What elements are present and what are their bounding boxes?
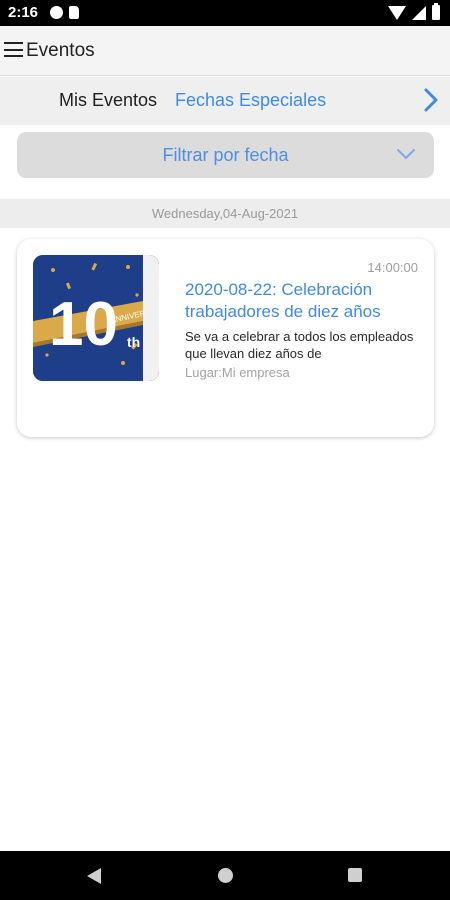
wifi-icon	[388, 5, 406, 20]
date-header-text: Wednesday,04-Aug-2021	[151, 206, 299, 221]
event-card[interactable]: 10 th ANNIVER 14:00:00 2020-08-22: Celeb…	[17, 239, 434, 437]
battery-icon	[432, 3, 440, 20]
tab-mis-eventos[interactable]: Mis Eventos	[59, 90, 157, 111]
anniversary-badge-icon: 10 th ANNIVER	[33, 255, 159, 381]
notification-icon	[50, 6, 63, 19]
page-title: Eventos	[26, 40, 95, 61]
home-icon[interactable]	[218, 868, 233, 883]
chevron-down-icon	[397, 149, 415, 159]
badge-number: 10	[49, 290, 118, 359]
date-filter-label: Filtrar por fecha	[162, 145, 289, 165]
status-system-icons	[388, 3, 440, 20]
tab-bar: Mis Eventos Fechas Especiales	[0, 77, 450, 125]
status-notifications	[50, 6, 79, 19]
recents-icon[interactable]	[348, 868, 362, 882]
signal-icon	[412, 5, 426, 20]
hamburger-menu-icon[interactable]	[4, 42, 23, 57]
badge-suffix: th	[127, 334, 140, 350]
event-time: 14:00:00	[367, 260, 418, 275]
tab-fechas-especiales[interactable]: Fechas Especiales	[175, 90, 326, 111]
sim-card-icon	[69, 6, 79, 19]
date-filter-dropdown[interactable]: Filtrar por fecha	[17, 132, 434, 178]
event-description: Se va a celebrar a todos los empleados q…	[185, 329, 414, 361]
app-bar: Eventos	[0, 26, 450, 76]
status-bar: 2:16	[0, 0, 450, 26]
event-place: Lugar:Mi empresa	[185, 365, 290, 380]
system-nav-bar	[0, 851, 450, 900]
status-time: 2:16	[8, 4, 39, 21]
chevron-right-icon[interactable]	[422, 87, 440, 113]
back-icon[interactable]	[87, 868, 101, 884]
event-title[interactable]: 2020-08-22: Celebración trabajadores de …	[185, 279, 421, 323]
event-image: 10 th ANNIVER	[33, 255, 159, 381]
date-section-header: Wednesday,04-Aug-2021	[0, 199, 450, 228]
